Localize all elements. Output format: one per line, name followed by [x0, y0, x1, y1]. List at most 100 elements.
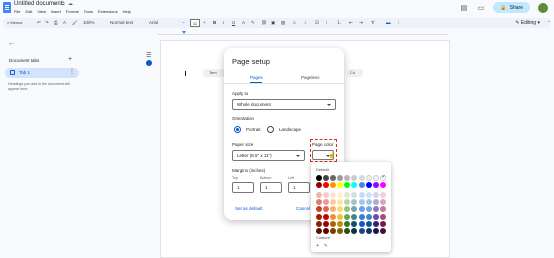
color-swatch[interactable] — [323, 213, 330, 220]
color-swatch[interactable] — [316, 182, 322, 189]
color-swatch[interactable] — [372, 228, 379, 235]
color-swatch[interactable] — [351, 213, 358, 220]
color-swatch[interactable] — [365, 228, 372, 235]
color-swatch[interactable] — [344, 206, 351, 213]
menu-help[interactable]: Help — [123, 9, 131, 14]
ruler[interactable] — [158, 30, 448, 35]
align-icon[interactable]: ≡ — [293, 19, 296, 27]
color-swatch[interactable] — [358, 191, 365, 198]
color-swatch[interactable] — [323, 182, 330, 189]
underline-icon[interactable]: U — [232, 19, 235, 27]
color-swatch[interactable] — [358, 213, 365, 220]
numbered-list-icon[interactable]: ⒈ — [337, 19, 342, 27]
indent-increase-icon[interactable]: ⇥ — [359, 19, 363, 27]
color-swatch[interactable] — [351, 206, 358, 213]
bold-icon[interactable]: B — [213, 19, 216, 27]
color-swatch[interactable] — [358, 199, 365, 206]
color-swatch[interactable] — [372, 191, 379, 198]
color-swatch[interactable] — [323, 221, 330, 228]
color-swatch[interactable] — [379, 199, 386, 206]
color-swatch[interactable] — [379, 191, 386, 198]
color-swatch[interactable] — [330, 199, 337, 206]
menu-file[interactable]: File — [14, 9, 20, 14]
color-swatch[interactable] — [358, 206, 365, 213]
menu-edit[interactable]: Edit — [25, 9, 32, 14]
color-swatch[interactable] — [344, 182, 351, 189]
add-tab-icon[interactable]: + — [68, 56, 72, 63]
color-swatch[interactable] — [365, 199, 372, 206]
clear-format-icon[interactable]: T̸ — [371, 19, 374, 27]
docs-logo-icon[interactable] — [3, 2, 11, 13]
indent-marker-icon[interactable] — [182, 31, 186, 34]
landscape-radio[interactable] — [267, 126, 274, 133]
editing-mode-select[interactable]: ✎ Editing ▾ — [510, 18, 545, 28]
cancel-button[interactable]: Cancel — [296, 206, 310, 211]
color-swatch[interactable] — [337, 191, 344, 198]
color-swatch[interactable] — [337, 213, 344, 220]
color-swatch[interactable] — [351, 199, 358, 206]
set-as-default-button[interactable]: Set as default — [235, 206, 263, 211]
undo-icon[interactable]: ↶ — [37, 19, 41, 27]
color-swatch[interactable] — [330, 206, 337, 213]
color-swatch[interactable] — [323, 206, 330, 213]
line-spacing-icon[interactable]: ↕ — [304, 19, 306, 27]
editing-pen-icon[interactable]: ▬ — [386, 19, 391, 27]
link-icon[interactable]: ⛓ — [261, 19, 267, 27]
color-swatch[interactable] — [351, 175, 358, 181]
color-swatch[interactable] — [379, 228, 386, 235]
menu-format[interactable]: Format — [66, 9, 79, 14]
menu-insert[interactable]: Insert — [51, 9, 61, 14]
color-swatch[interactable] — [351, 221, 358, 228]
indent-decrease-icon[interactable]: ⇤ — [349, 19, 353, 27]
color-swatch[interactable] — [379, 213, 386, 220]
eyedropper-icon[interactable]: ✎ — [324, 243, 328, 249]
portrait-radio[interactable] — [234, 126, 241, 133]
spellcheck-icon[interactable]: A — [63, 19, 66, 27]
color-swatch[interactable] — [372, 206, 379, 213]
color-swatch[interactable] — [365, 191, 372, 198]
italic-icon[interactable]: I — [223, 19, 224, 27]
font-size-input[interactable]: 11 — [190, 19, 200, 27]
color-swatch[interactable] — [351, 182, 358, 189]
tab-pageless[interactable]: Pageless — [301, 75, 320, 80]
color-swatch[interactable] — [365, 213, 372, 220]
color-swatch[interactable] — [379, 174, 386, 181]
color-swatch[interactable] — [358, 182, 365, 189]
color-swatch[interactable] — [365, 206, 372, 213]
font-size-increase-icon[interactable]: + — [203, 19, 206, 27]
color-swatch[interactable] — [323, 191, 330, 198]
color-swatch[interactable] — [330, 221, 337, 228]
color-swatch[interactable] — [379, 206, 386, 213]
font-size-decrease-icon[interactable]: − — [182, 19, 185, 27]
color-swatch[interactable] — [316, 206, 322, 213]
color-swatch[interactable] — [379, 221, 386, 228]
tab-pages[interactable]: Pages — [250, 75, 263, 80]
style-select[interactable]: Normal text — [110, 19, 133, 27]
zoom-select[interactable]: 100% — [83, 19, 95, 27]
outline-toggle-icon[interactable]: ☰ — [146, 52, 151, 59]
color-swatch[interactable] — [372, 182, 379, 189]
color-swatch[interactable] — [372, 221, 379, 228]
color-swatch[interactable] — [358, 221, 365, 228]
paper-size-select[interactable]: Letter (8.5" x 11") — [232, 150, 305, 161]
color-swatch[interactable] — [351, 191, 358, 198]
meet-icon[interactable]: ▭ — [476, 4, 485, 12]
back-arrow-icon[interactable]: ← — [8, 40, 15, 47]
color-swatch[interactable] — [330, 213, 337, 220]
color-swatch[interactable] — [316, 175, 322, 181]
collapse-icon[interactable]: ⌃ — [547, 19, 551, 27]
color-swatch[interactable] — [344, 191, 351, 198]
title-action-icons[interactable]: ☆ ⧉ ☁ — [53, 1, 74, 7]
color-swatch[interactable] — [358, 175, 365, 181]
bullet-list-icon[interactable]: ⁝ — [326, 19, 327, 27]
highlight-icon[interactable]: ✎ — [251, 19, 255, 27]
color-swatch[interactable] — [344, 221, 351, 228]
avatar[interactable] — [538, 2, 548, 13]
share-button[interactable]: 🔒 Share — [493, 2, 530, 13]
menu-view[interactable]: View — [37, 9, 46, 14]
menu-extensions[interactable]: Extensions — [98, 9, 118, 14]
redo-icon[interactable]: ↷ — [45, 19, 49, 27]
color-swatch[interactable] — [337, 175, 344, 181]
more-icon[interactable]: ⋮ — [396, 19, 401, 27]
color-swatch[interactable] — [323, 175, 330, 181]
